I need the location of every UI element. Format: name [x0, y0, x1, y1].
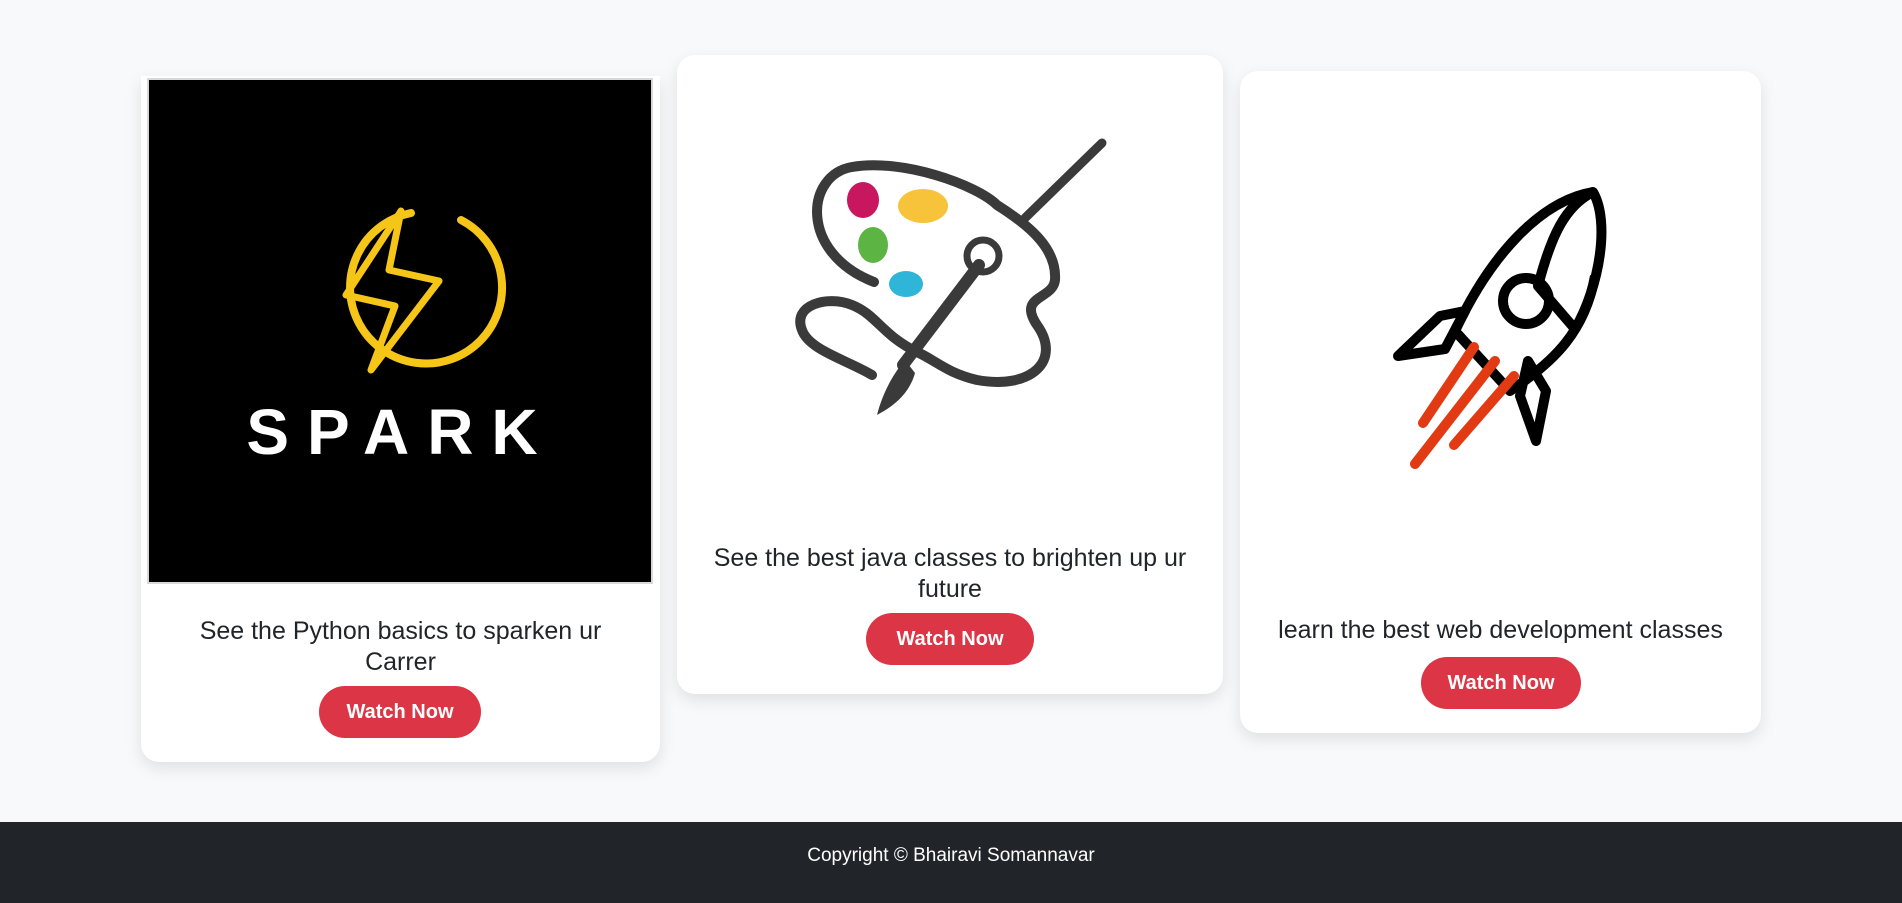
spark-logo-icon: SPARK	[246, 207, 555, 468]
watch-now-button[interactable]: Watch Now	[319, 686, 481, 738]
copyright-text: Copyright © Bhairavi Somannavar	[807, 845, 1095, 866]
watch-now-button[interactable]: Watch Now	[866, 613, 1034, 665]
course-card-java: See the best java classes to brighten up…	[677, 55, 1223, 694]
spark-logo-text: SPARK	[246, 396, 555, 468]
rocket-image	[1240, 71, 1761, 601]
paint-palette-icon	[795, 138, 1107, 415]
card-text: learn the best web development classes	[1278, 616, 1723, 644]
spark-logo-image: SPARK	[147, 78, 653, 584]
card-text: See the Python basics to sparken ur Carr…	[199, 617, 602, 676]
rocket-icon	[1393, 187, 1607, 469]
footer: Copyright © Bhairavi Somannavar	[0, 822, 1902, 903]
card-text: See the best java classes to brighten up…	[713, 544, 1187, 603]
palette-image	[677, 55, 1223, 525]
course-card-python: SPARK See the Python basics to sparken u…	[141, 76, 660, 762]
course-card-web: learn the best web development classes W…	[1240, 71, 1761, 733]
watch-now-button[interactable]: Watch Now	[1421, 657, 1581, 709]
